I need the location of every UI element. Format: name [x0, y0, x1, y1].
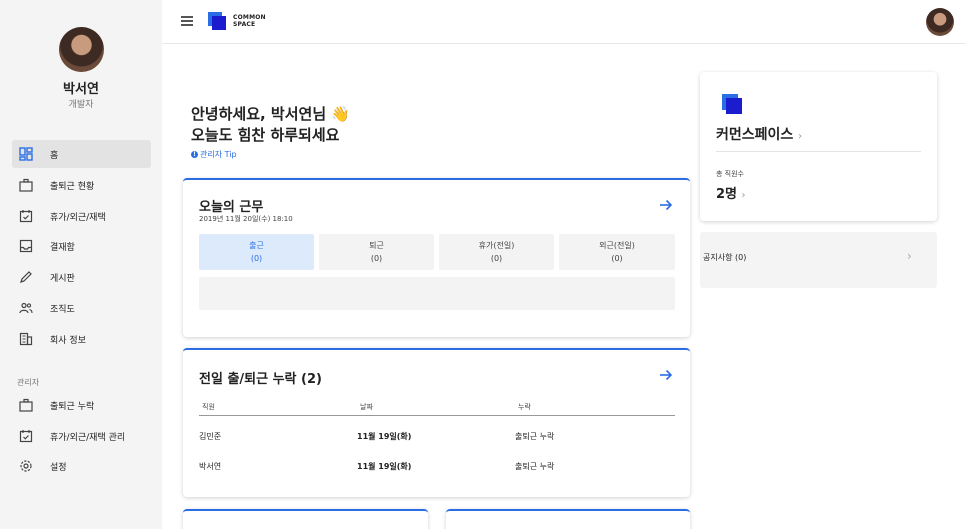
- sidebar: 박서연 개발자 홈 출퇴근 현황 휴가/외근/재택 결재함 게시판 조직도 회사…: [0, 0, 162, 529]
- pencil-icon: [18, 269, 34, 285]
- column-header: 직원: [202, 403, 215, 411]
- logo[interactable]: COMMON SPACE: [208, 12, 266, 30]
- sidebar-item-settings[interactable]: 설정: [12, 452, 151, 480]
- sidebar-item-home[interactable]: 홈: [12, 140, 151, 168]
- company-logo-icon: [722, 94, 744, 116]
- sidebar-item-company[interactable]: 회사 정보: [12, 325, 151, 353]
- gear-icon: [18, 458, 34, 474]
- profile-name: 박서연: [63, 82, 99, 97]
- arrow-right-icon[interactable]: [659, 368, 673, 382]
- briefcase-icon: [18, 177, 34, 193]
- calendar-check-icon: [18, 208, 34, 224]
- arrow-right-icon[interactable]: [659, 198, 673, 212]
- employees-count[interactable]: 2명 ›: [716, 183, 746, 202]
- info-icon: !: [191, 151, 198, 158]
- avatar[interactable]: [59, 27, 104, 72]
- employees-label: 총 직원수: [716, 170, 744, 178]
- sidebar-item-label: 출퇴근 현황: [50, 181, 95, 192]
- sidebar-item-label: 조직도: [50, 304, 75, 315]
- status-leave[interactable]: 휴가(전일) (0): [439, 234, 554, 270]
- sidebar-item-org[interactable]: 조직도: [12, 294, 151, 322]
- people-icon: [18, 300, 34, 316]
- menu-icon[interactable]: [181, 16, 193, 26]
- status-checkout[interactable]: 퇴근 (0): [319, 234, 434, 270]
- chevron-right-icon: ›: [798, 131, 803, 142]
- notice-panel[interactable]: 공지사항 (0) ›: [700, 232, 937, 288]
- card-title: 오늘의 근무: [199, 200, 264, 215]
- column-header: 날짜: [360, 403, 373, 411]
- sidebar-item-label: 설정: [50, 462, 67, 473]
- greeting-line1: 안녕하세요, 박서연님 👋: [191, 105, 351, 123]
- sidebar-item-leave-admin[interactable]: 휴가/외근/재택 관리: [12, 422, 151, 450]
- admin-tip-label: 관리자 Tip: [200, 150, 237, 159]
- sidebar-item-label: 홈: [50, 150, 59, 161]
- calendar-check-icon: [18, 428, 34, 444]
- dashboard-icon: [18, 146, 34, 162]
- today-work-card: 오늘의 근무 2019년 11월 20일(수) 18:10 출근 (0) 퇴근 …: [183, 178, 690, 337]
- cell-type: 출퇴근 누락: [515, 432, 555, 441]
- chevron-right-icon: ›: [907, 249, 912, 263]
- cell-name: 박서연: [199, 462, 222, 471]
- cell-type: 출퇴근 누락: [515, 462, 555, 471]
- sidebar-item-label: 게시판: [50, 273, 75, 284]
- company-card[interactable]: 커먼스페이스 › 총 직원수 2명 ›: [700, 72, 937, 221]
- cell-date: 11월 19일(화): [357, 432, 412, 441]
- building-icon: [18, 331, 34, 347]
- company-name[interactable]: 커먼스페이스 ›: [716, 124, 802, 144]
- card-datetime: 2019년 11월 20일(수) 18:10: [199, 215, 293, 223]
- logo-icon: [208, 12, 226, 30]
- sidebar-item-label: 결재함: [50, 242, 75, 253]
- status-checkin[interactable]: 출근 (0): [199, 234, 314, 270]
- missing-card: 전일 출/퇴근 누락 (2) 직원 날짜 누락 김민준 11월 19일(화) 출…: [183, 348, 690, 497]
- card-title: 전일 출/퇴근 누락 (2): [199, 372, 322, 387]
- sidebar-item-label: 출퇴근 누락: [50, 401, 95, 412]
- greeting: 안녕하세요, 박서연님 👋 오늘도 힘찬 하루되세요: [191, 104, 350, 146]
- bottom-card-right: [446, 509, 690, 529]
- sidebar-item-label: 휴가/외근/재택 관리: [50, 432, 126, 443]
- sidebar-item-attendance[interactable]: 출퇴근 현황: [12, 171, 151, 199]
- cell-date: 11월 19일(화): [357, 462, 412, 471]
- logo-text: COMMON SPACE: [233, 14, 266, 28]
- cell-name: 김민준: [199, 432, 222, 441]
- divider: [716, 151, 921, 152]
- sidebar-item-leave[interactable]: 휴가/외근/재택: [12, 202, 151, 230]
- admin-tip-link[interactable]: ! 관리자 Tip: [191, 149, 237, 160]
- sidebar-item-board[interactable]: 게시판: [12, 263, 151, 291]
- bottom-card-left: [183, 509, 428, 529]
- greeting-line2: 오늘도 힘찬 하루되세요: [191, 126, 340, 144]
- status-list-empty: [199, 277, 675, 310]
- sidebar-item-label: 휴가/외근/재택: [50, 212, 106, 223]
- chevron-right-icon: ›: [741, 190, 746, 201]
- profile-role: 개발자: [68, 100, 94, 110]
- notice-label: 공지사항 (0): [703, 253, 747, 262]
- column-header: 누락: [518, 403, 531, 411]
- sidebar-item-label: 회사 정보: [50, 335, 86, 346]
- briefcase-icon: [18, 397, 34, 413]
- sidebar-item-approval[interactable]: 결재함: [12, 232, 151, 260]
- sidebar-item-missing[interactable]: 출퇴근 누락: [12, 391, 151, 419]
- top-header: COMMON SPACE: [162, 0, 966, 44]
- user-avatar[interactable]: [926, 8, 954, 36]
- admin-section-label: 관리자: [17, 378, 40, 387]
- status-outside[interactable]: 외근(전일) (0): [559, 234, 675, 270]
- table-divider: [199, 415, 675, 416]
- inbox-icon: [18, 238, 34, 254]
